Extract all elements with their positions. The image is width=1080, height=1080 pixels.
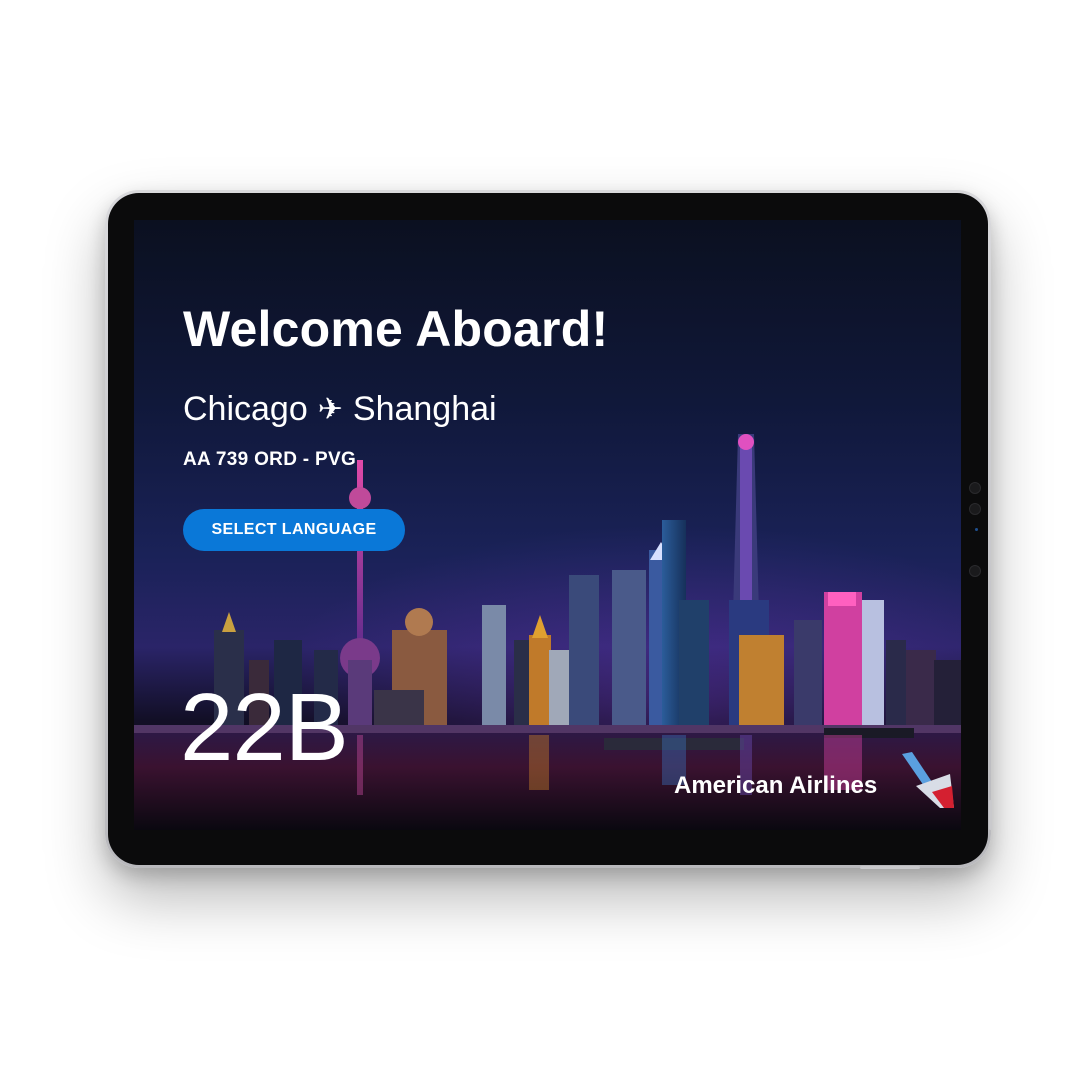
power-button — [860, 866, 920, 869]
select-language-button[interactable]: SELECT LANGUAGE — [183, 509, 405, 551]
origin-city: Chicago — [183, 390, 308, 428]
volume-button — [989, 800, 992, 830]
welcome-title: Welcome Aboard! — [183, 301, 609, 357]
airline-name: American Airlines — [674, 772, 878, 799]
destination-city: Shanghai — [352, 390, 497, 428]
welcome-screen: Welcome Aboard! Chicago ✈ Shanghai AA 73… — [134, 220, 961, 830]
route: Chicago ✈ Shanghai — [183, 390, 497, 429]
stage: Welcome Aboard! Chicago ✈ Shanghai AA 73… — [0, 0, 1080, 1080]
camera-icon — [969, 482, 981, 494]
american-airlines-logo-icon — [902, 752, 954, 808]
indicator-dot — [975, 528, 978, 531]
seat-number: 22B — [180, 674, 349, 781]
sensor-icon — [969, 565, 981, 577]
airplane-icon: ✈ — [317, 392, 343, 426]
sensor-icon — [969, 503, 981, 515]
flight-code: AA 739 ORD - PVG — [183, 449, 357, 470]
